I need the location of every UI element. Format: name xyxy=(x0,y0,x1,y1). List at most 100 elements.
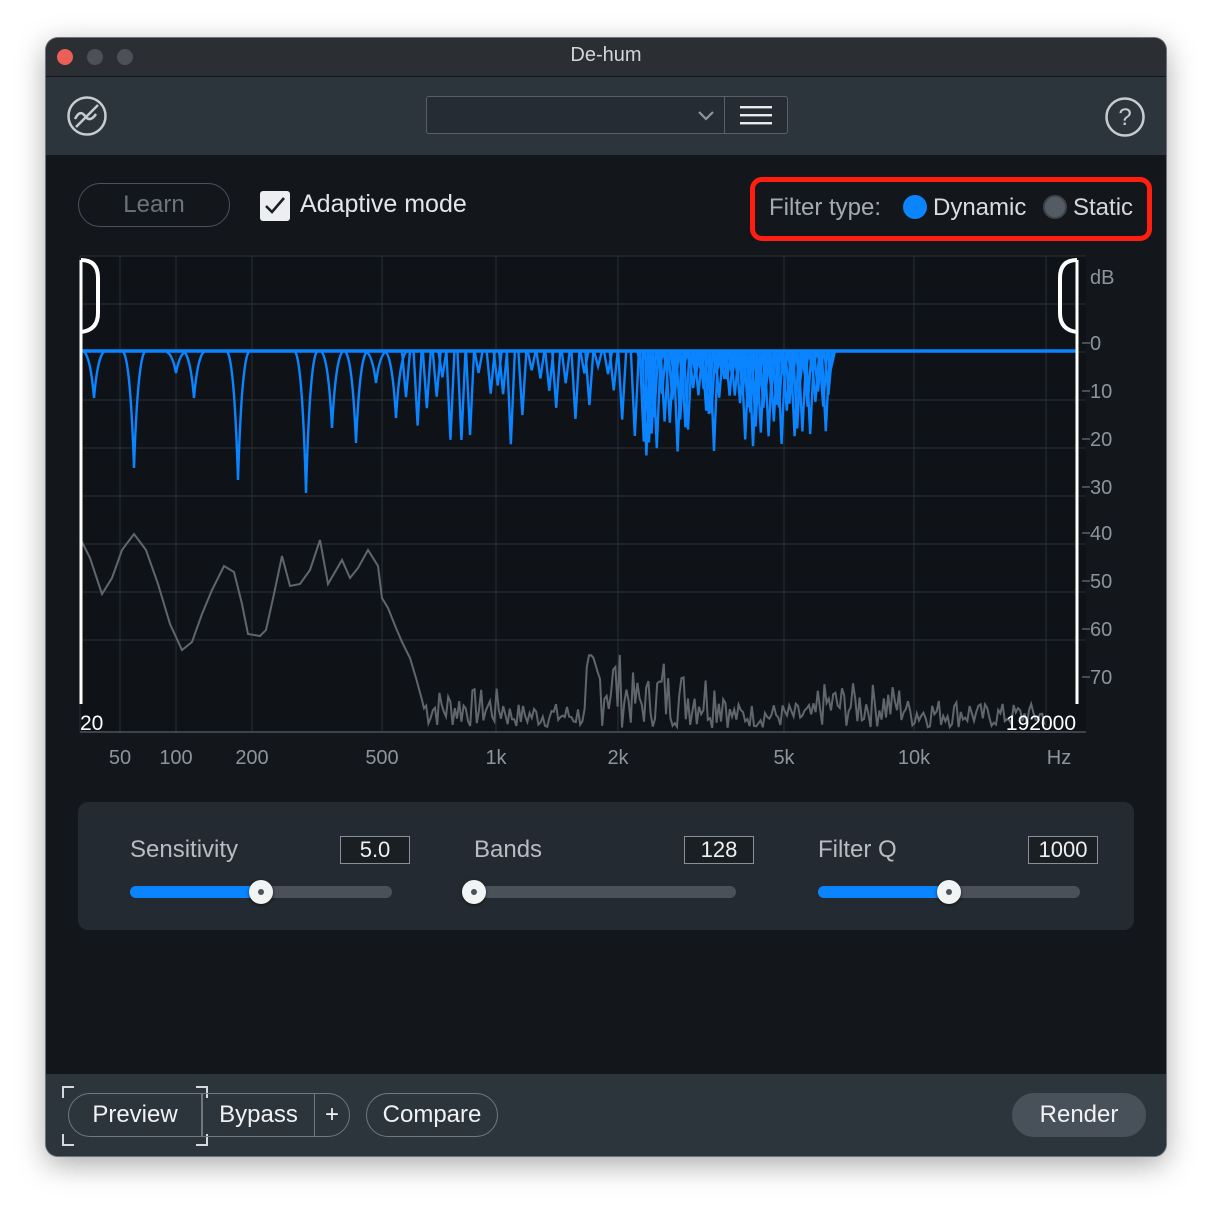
filter-notch xyxy=(737,350,748,395)
filter-notch xyxy=(616,350,628,420)
filter-notch xyxy=(363,349,389,384)
filter-notch xyxy=(570,350,581,419)
filter-notches xyxy=(81,349,837,494)
filter-notch xyxy=(753,350,764,399)
bands-label: Bands xyxy=(474,836,543,863)
help-icon[interactable]: ? xyxy=(1104,96,1146,138)
filter-notch xyxy=(319,349,345,429)
db-tick-label: 50 xyxy=(1090,571,1112,593)
range-high-label: 192000 xyxy=(1006,712,1076,735)
bands-slider[interactable] xyxy=(462,880,736,904)
filter-notch xyxy=(643,350,655,443)
filter-notch xyxy=(773,350,785,408)
filter-notch xyxy=(724,350,735,396)
filter-notch xyxy=(445,350,456,440)
filter-notch xyxy=(815,350,826,371)
db-tick-label: 70 xyxy=(1090,667,1112,689)
filter-notch xyxy=(688,350,699,389)
preset-dropdown[interactable] xyxy=(426,96,724,134)
filter-notch xyxy=(677,350,688,380)
compare-button[interactable]: Compare xyxy=(366,1093,498,1137)
graph-grid xyxy=(79,255,1086,733)
help-glyph: ? xyxy=(1118,104,1131,131)
add-bypass-button[interactable]: + xyxy=(314,1093,350,1137)
chevron-down-icon xyxy=(698,111,714,121)
filter-notch xyxy=(739,350,751,440)
bypass-button[interactable]: Bypass xyxy=(202,1093,314,1137)
graph-labels: dB 0 10 20 30 40 50 60 70 50 100 200 500 1k 2k 5k 10k Hz 2… xyxy=(80,267,1114,769)
preview-focus-corner xyxy=(62,1134,74,1146)
filter-notch xyxy=(711,350,722,375)
learn-button[interactable]: Learn xyxy=(78,183,230,227)
filter-notch xyxy=(649,350,660,418)
db-tick-label: 0 xyxy=(1090,333,1101,355)
filter-q-slider-fill xyxy=(818,886,949,898)
range-low-handle[interactable] xyxy=(80,258,100,334)
filter-notch xyxy=(526,350,537,371)
filter-static-label[interactable]: Static xyxy=(1073,194,1133,222)
filter-notch xyxy=(703,350,714,414)
filter-notch xyxy=(742,350,753,408)
sensitivity-value[interactable]: 5.0 xyxy=(340,836,410,864)
render-button[interactable]: Render xyxy=(1012,1093,1146,1137)
filter-notch xyxy=(505,350,517,445)
filter-notch xyxy=(544,350,555,391)
filter-notch xyxy=(781,350,792,411)
filter-notch xyxy=(667,350,678,400)
freq-tick-label: 1k xyxy=(485,747,507,769)
preset-menu-button[interactable] xyxy=(724,96,788,134)
bands-slider-thumb[interactable] xyxy=(462,880,486,904)
hamburger-menu-icon xyxy=(740,106,772,125)
filter-notch xyxy=(812,350,824,392)
db-tick-label: 10 xyxy=(1090,381,1112,403)
filter-q-value[interactable]: 1000 xyxy=(1028,836,1098,864)
freq-tick-label: 100 xyxy=(159,747,192,769)
filter-notch xyxy=(784,350,795,404)
filter-notch xyxy=(293,349,319,494)
filter-notch xyxy=(492,350,503,386)
filter-notch xyxy=(225,349,251,481)
filter-notch xyxy=(732,350,743,376)
filter-notch xyxy=(755,350,766,433)
filter-notch xyxy=(551,350,562,408)
filter-dynamic-radio[interactable] xyxy=(903,195,927,219)
preview-button[interactable]: Preview xyxy=(68,1093,202,1137)
filter-notch xyxy=(584,350,595,406)
filter-notch xyxy=(659,350,670,422)
filter-notch xyxy=(804,350,816,435)
filter-notch xyxy=(779,350,790,376)
filter-notch xyxy=(682,350,694,430)
sensitivity-slider[interactable] xyxy=(130,880,392,904)
range-high-handle[interactable] xyxy=(1058,258,1078,334)
filter-notch xyxy=(794,350,805,385)
sensitivity-slider-thumb[interactable] xyxy=(249,880,273,904)
filter-notch xyxy=(701,350,712,411)
filter-notch xyxy=(797,350,808,432)
filter-q-slider[interactable] xyxy=(818,880,1080,904)
filter-dynamic-label[interactable]: Dynamic xyxy=(933,194,1026,222)
filter-notch xyxy=(818,350,829,407)
input-spectrum-line xyxy=(79,532,1046,730)
db-tick-label: 60 xyxy=(1090,619,1112,641)
filter-notch xyxy=(669,350,681,394)
db-unit-label: dB xyxy=(1090,267,1114,289)
filter-q-slider-thumb[interactable] xyxy=(937,880,961,904)
filter-notch xyxy=(698,350,709,390)
adaptive-mode-checkbox[interactable] xyxy=(260,191,290,221)
filter-type-group: Filter type: Dynamic Static xyxy=(750,177,1152,241)
filter-notch xyxy=(734,350,746,404)
toolbar xyxy=(46,77,1166,155)
filter-notch xyxy=(560,350,571,384)
filter-static-radio[interactable] xyxy=(1043,195,1067,219)
filter-notch xyxy=(675,350,686,420)
graph-background xyxy=(80,256,1086,732)
filter-notch xyxy=(608,350,619,391)
filter-notch xyxy=(81,349,107,399)
filter-notch xyxy=(421,350,433,409)
dehum-logo-icon[interactable] xyxy=(66,95,108,137)
bands-value[interactable]: 128 xyxy=(684,836,754,864)
filter-notch xyxy=(729,350,740,396)
db-tick-label: 20 xyxy=(1090,429,1112,451)
filter-notch xyxy=(716,350,727,374)
filter-notch xyxy=(473,350,484,374)
